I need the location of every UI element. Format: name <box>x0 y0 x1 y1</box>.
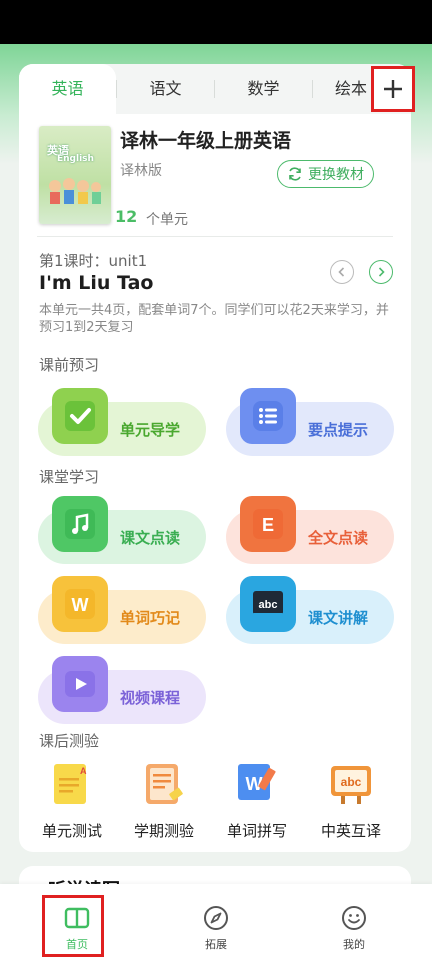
next-lesson-button[interactable] <box>369 260 393 284</box>
word-memory-label: 单词巧记 <box>120 609 181 627</box>
lesson-title: I'm Liu Tao <box>39 272 154 294</box>
exam-paper-icon <box>140 760 188 808</box>
abc-blackboard-icon: abc <box>327 760 375 808</box>
full-reading-label: 全文点读 <box>308 529 369 547</box>
change-textbook-label: 更换教材 <box>308 167 364 183</box>
translation-button[interactable]: abc 中英互译 <box>313 760 389 841</box>
previous-lesson-button[interactable] <box>330 260 354 284</box>
tab-picture-book[interactable]: 绘本 <box>313 64 373 114</box>
chevron-right-icon <box>378 267 385 277</box>
tab-chinese[interactable]: 语文 <box>117 64 214 114</box>
smiley-icon <box>342 906 366 930</box>
word-spelling-label: 单词拼写 <box>226 822 287 840</box>
text-explain-button[interactable]: abc 课文讲解 <box>226 576 394 644</box>
home-highlight-box <box>42 895 104 957</box>
add-subject-button[interactable] <box>371 66 415 112</box>
unit-guide-label: 单元导学 <box>120 421 181 439</box>
cover-illustration <box>49 178 101 204</box>
nav-expand[interactable]: 拓展 <box>186 904 246 952</box>
lesson-description: 本单元一共4页，配套单词7个。同学们可以花2天来学习，并预习1到2天复习 <box>39 303 389 335</box>
unit-count-label: 个单元 <box>146 212 188 228</box>
word-pencil-icon: W <box>233 760 281 808</box>
semester-test-button[interactable]: 学期测验 <box>126 760 202 841</box>
key-points-label: 要点提示 <box>308 421 369 439</box>
cover-subtitle: English <box>57 154 94 164</box>
list-icon <box>240 388 296 444</box>
translation-label: 中英互译 <box>320 822 381 840</box>
nav-mine[interactable]: 我的 <box>324 904 384 952</box>
letter-e-icon: E <box>240 496 296 552</box>
svg-text:A: A <box>80 766 87 776</box>
text-reading-label: 课文点读 <box>120 529 181 547</box>
lesson-label: 第1课时：unit1 <box>39 252 148 270</box>
unit-test-button[interactable]: A 单元测试 <box>34 760 110 841</box>
svg-text:abc: abc <box>259 599 278 611</box>
refresh-icon <box>289 167 301 181</box>
checkmark-icon <box>52 388 108 444</box>
word-spelling-button[interactable]: W 单词拼写 <box>219 760 295 841</box>
test-paper-icon: A <box>48 760 96 808</box>
text-reading-button[interactable]: 课文点读 <box>38 496 206 564</box>
book-title: 译林一年级上册英语 <box>120 130 292 152</box>
compass-icon <box>204 906 228 930</box>
tab-english[interactable]: 英语 <box>19 64 116 114</box>
main-card: 英语 语文 数学 绘本 英语 English 译林一年级上册英语 译林版 更换教… <box>19 64 411 852</box>
chevron-left-icon <box>338 267 345 277</box>
text-explain-label: 课文讲解 <box>308 609 369 627</box>
full-reading-button[interactable]: E 全文点读 <box>226 496 394 564</box>
svg-text:abc: abc <box>341 775 362 789</box>
video-play-icon <box>52 656 108 712</box>
semester-test-label: 学期测验 <box>133 822 194 840</box>
nav-mine-label: 我的 <box>343 938 365 951</box>
music-note-icon <box>52 496 108 552</box>
subject-tabs: 英语 语文 数学 绘本 <box>19 64 411 114</box>
book-version: 译林版 <box>120 163 162 179</box>
svg-text:W: W <box>72 595 89 615</box>
letter-w-icon: W <box>52 576 108 632</box>
word-memory-button[interactable]: W 单词巧记 <box>38 576 206 644</box>
video-course-label: 视频课程 <box>120 689 181 707</box>
unit-count: 12 <box>115 207 138 226</box>
tab-math[interactable]: 数学 <box>215 64 312 114</box>
abc-board-icon: abc <box>240 576 296 632</box>
status-bar <box>0 0 432 44</box>
key-points-button[interactable]: 要点提示 <box>226 388 394 456</box>
section-pre-study: 课前预习 <box>39 356 100 374</box>
change-textbook-button[interactable]: 更换教材 <box>277 160 374 188</box>
video-course-button[interactable]: 视频课程 <box>38 656 206 724</box>
section-class-study: 课堂学习 <box>39 468 100 486</box>
unit-test-label: 单元测试 <box>41 822 102 840</box>
svg-text:E: E <box>262 515 274 535</box>
plus-icon <box>384 80 402 98</box>
nav-expand-label: 拓展 <box>205 938 227 951</box>
section-post-test: 课后测验 <box>39 732 100 750</box>
divider <box>37 236 393 237</box>
unit-guide-button[interactable]: 单元导学 <box>38 388 206 456</box>
book-cover[interactable]: 英语 English <box>39 126 111 224</box>
